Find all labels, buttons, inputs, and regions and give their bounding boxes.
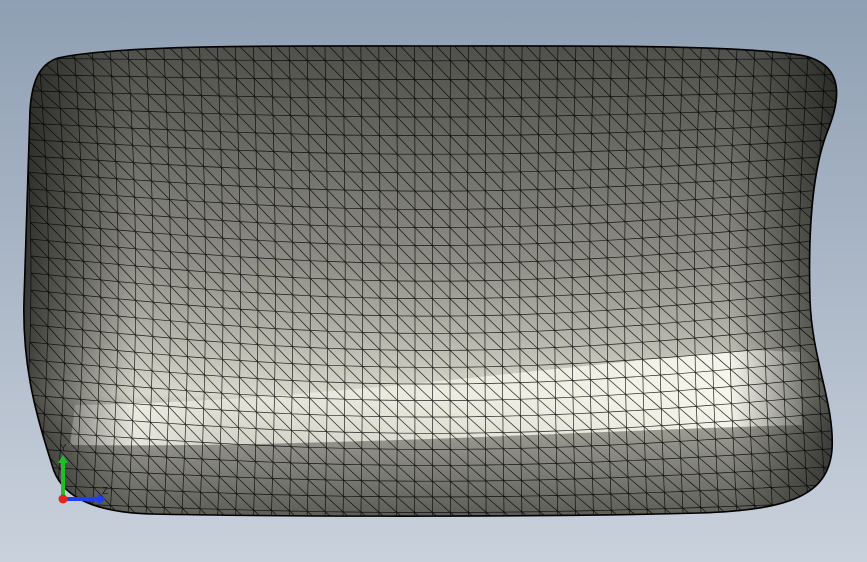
triad-y-label: Y [60,443,67,454]
triad-z-label: Z [102,486,108,497]
triad-x-axis [58,494,68,504]
graphics-viewport[interactable]: Y Z [0,0,867,562]
cushion-model[interactable] [20,40,845,528]
model-canvas[interactable]: Y Z [0,0,867,562]
